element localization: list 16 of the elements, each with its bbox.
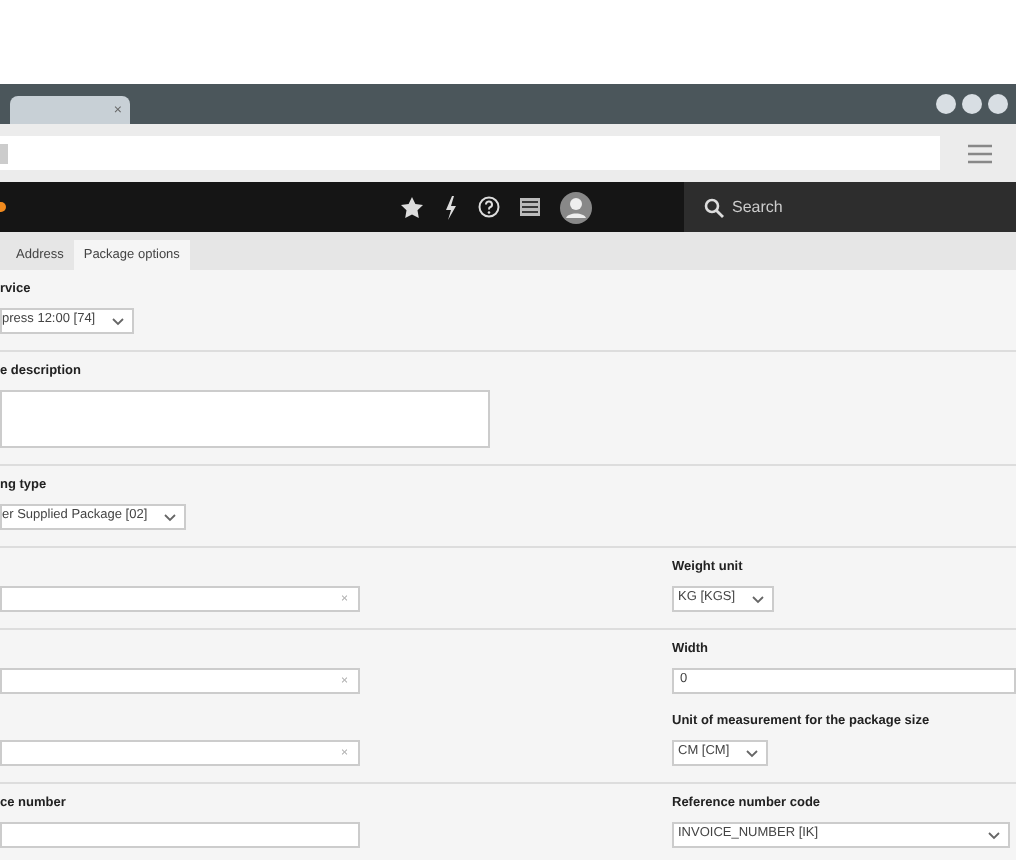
help-icon[interactable] bbox=[478, 196, 500, 218]
chevron-icon bbox=[163, 513, 176, 521]
chevron-icon bbox=[988, 831, 1000, 839]
chevron-icon bbox=[751, 595, 764, 603]
bolt-icon[interactable] bbox=[444, 195, 458, 219]
list-icon[interactable] bbox=[520, 198, 540, 216]
star-icon[interactable] bbox=[400, 195, 424, 219]
logo-icon[interactable] bbox=[0, 202, 6, 212]
search-icon bbox=[704, 197, 724, 217]
menu-icon[interactable] bbox=[968, 143, 992, 163]
avatar-icon[interactable] bbox=[560, 191, 592, 223]
chevron-icon bbox=[745, 749, 758, 757]
input-field[interactable] bbox=[0, 822, 360, 848]
chevron-icon bbox=[111, 317, 124, 325]
search-field[interactable]: Search bbox=[732, 198, 932, 216]
page-icon bbox=[0, 143, 8, 163]
